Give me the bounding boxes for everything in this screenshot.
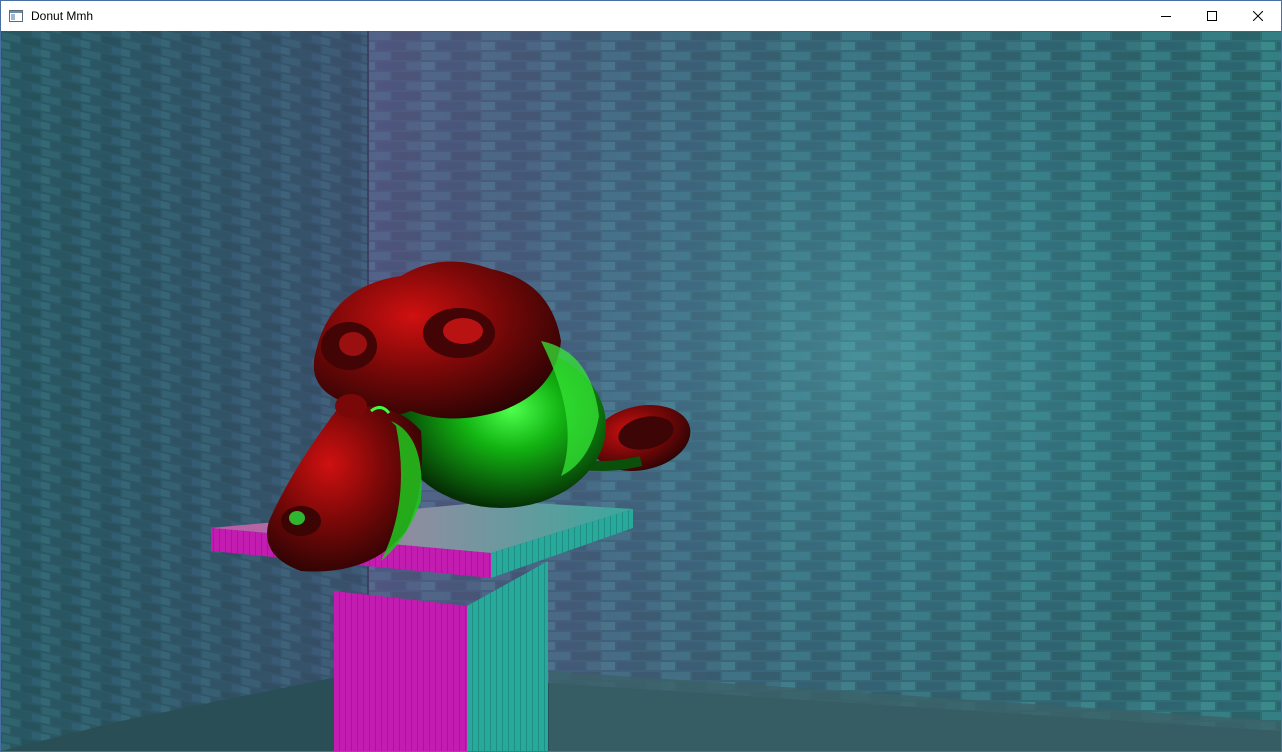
- close-icon: [1253, 11, 1263, 21]
- minimize-icon: [1161, 11, 1171, 21]
- maximize-icon: [1207, 11, 1217, 21]
- 3d-scene: [1, 31, 1281, 751]
- app-window-icon: [9, 9, 23, 22]
- title-bar[interactable]: Donut Mmh: [1, 1, 1281, 31]
- minimize-button[interactable]: [1143, 1, 1189, 31]
- close-button[interactable]: [1235, 1, 1281, 31]
- pillar-front-face: [334, 591, 467, 751]
- maximize-button[interactable]: [1189, 1, 1235, 31]
- app-window: Donut Mmh: [0, 0, 1282, 752]
- render-viewport[interactable]: [1, 31, 1281, 751]
- window-title: Donut Mmh: [31, 9, 94, 23]
